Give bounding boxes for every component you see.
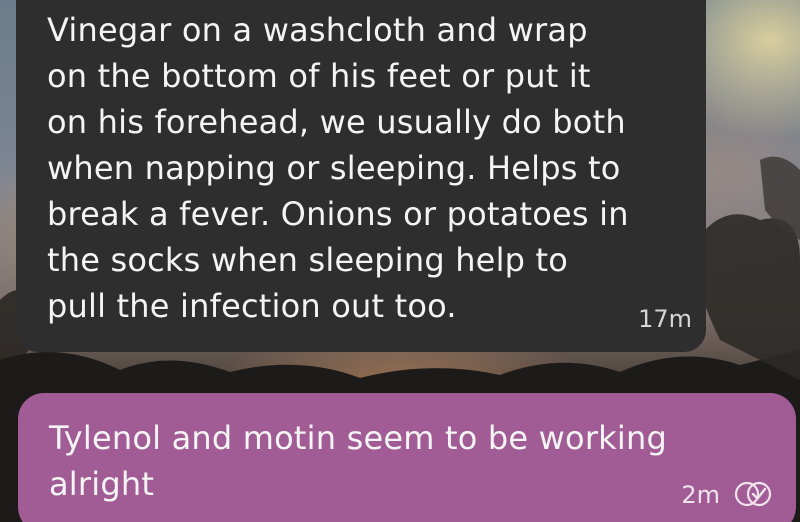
read-receipt-icon — [734, 481, 772, 507]
sent-message-bubble[interactable]: Tylenol and motin seem to be working alr… — [18, 393, 796, 522]
sent-message-text: Tylenol and motin seem to be working alr… — [49, 419, 667, 503]
received-message-timestamp: 17m — [638, 305, 692, 333]
sent-message-timestamp: 2m — [681, 481, 720, 509]
received-message-bubble[interactable]: Vinegar on a washcloth and wrap on the b… — [16, 0, 706, 352]
received-message-text: Vinegar on a washcloth and wrap on the b… — [47, 11, 629, 325]
